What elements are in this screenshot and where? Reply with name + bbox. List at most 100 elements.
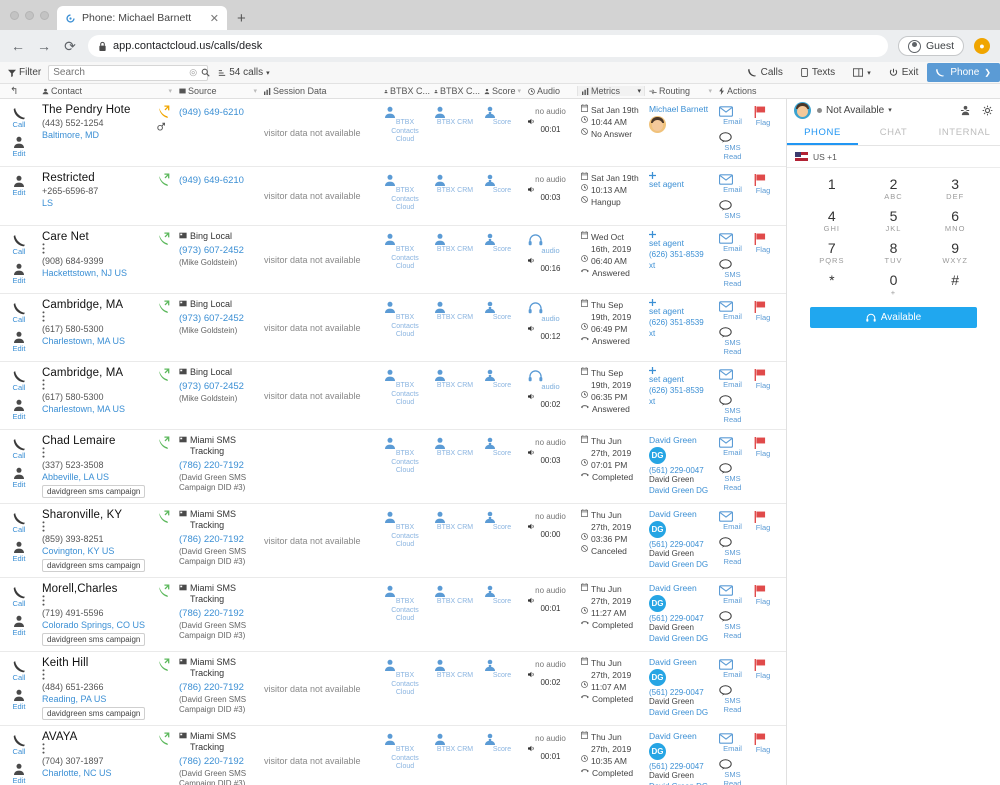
- edit-contact-button[interactable]: Edit: [4, 263, 34, 285]
- contact-location[interactable]: Abbeville, LA US: [42, 472, 149, 482]
- sms-button[interactable]: SMS: [719, 200, 746, 220]
- agent-number[interactable]: (626) 351-8539: [649, 318, 711, 327]
- btbx-contacts-cloud-cell[interactable]: BTBX Contacts Cloud: [380, 294, 430, 361]
- tab-internal[interactable]: INTERNAL: [929, 121, 1000, 145]
- score-cell[interactable]: Score: [480, 99, 524, 166]
- agent-tag[interactable]: David Green DG: [649, 486, 711, 495]
- contact-name[interactable]: The Pendry Hote: [42, 104, 149, 116]
- dial-key-star[interactable]: *: [801, 272, 863, 297]
- search-icon[interactable]: [201, 68, 210, 77]
- contact-name[interactable]: Sharonville, KY: [42, 509, 149, 532]
- contact-location[interactable]: Baltimore, MD: [42, 130, 149, 140]
- call-button[interactable]: Call: [4, 370, 34, 392]
- source-number[interactable]: (973) 607-2452: [179, 245, 256, 256]
- btbx-contacts-cloud-cell[interactable]: BTBX Contacts Cloud: [380, 504, 430, 577]
- back-icon[interactable]: ←: [10, 38, 26, 54]
- source-number[interactable]: (949) 649-6210: [179, 175, 256, 186]
- minimize-window-dot[interactable]: [25, 11, 34, 20]
- audio-cell[interactable]: no audio 00:03: [524, 167, 577, 225]
- agent-tag[interactable]: xt: [649, 397, 711, 406]
- btbx-crm-cell[interactable]: BTBX CRM: [430, 362, 480, 429]
- flag-button[interactable]: Flag: [754, 106, 772, 127]
- source-number[interactable]: (786) 220-7192: [179, 682, 256, 693]
- agent-name[interactable]: David Green: [649, 657, 711, 667]
- source-number[interactable]: (973) 607-2452: [179, 313, 256, 324]
- audio-cell[interactable]: audio 00:16: [524, 226, 577, 293]
- contact-name[interactable]: Cambridge, MA: [42, 367, 149, 390]
- sort-icon[interactable]: ▾: [637, 87, 644, 95]
- kebab-menu-icon[interactable]: [42, 669, 149, 680]
- flag-button[interactable]: Flag: [754, 733, 772, 754]
- table-row[interactable]: CallEditSharonville, KY (859) 393-8251Co…: [0, 504, 786, 578]
- agent-number[interactable]: (561) 229-0047: [649, 614, 711, 623]
- flag-button[interactable]: Flag: [754, 437, 772, 458]
- agent-tag[interactable]: xt: [649, 261, 711, 270]
- email-button[interactable]: Email: [719, 659, 746, 679]
- agent-number[interactable]: (561) 229-0047: [649, 466, 711, 475]
- col-refresh[interactable]: ↰: [0, 86, 38, 97]
- score-cell[interactable]: Score: [480, 652, 524, 725]
- contact-name[interactable]: Care Net: [42, 231, 149, 254]
- table-row[interactable]: CallEditKeith Hill (484) 651-2366Reading…: [0, 652, 786, 726]
- email-button[interactable]: Email: [719, 369, 746, 389]
- col-header-contact[interactable]: Contact ▾: [38, 86, 175, 96]
- routing-cell[interactable]: set agent(626) 351-8539xt: [645, 362, 715, 429]
- email-button[interactable]: Email: [719, 233, 746, 253]
- kebab-menu-icon[interactable]: [42, 743, 149, 754]
- dial-key-6[interactable]: 6MNO: [924, 208, 986, 233]
- email-button[interactable]: Email: [719, 106, 746, 126]
- set-agent-button[interactable]: set agent: [649, 231, 711, 248]
- edit-contact-button[interactable]: Edit: [4, 467, 34, 489]
- window-controls[interactable]: [8, 0, 57, 30]
- btbx-contacts-cloud-cell[interactable]: BTBX Contacts Cloud: [380, 652, 430, 725]
- call-button[interactable]: Call: [4, 302, 34, 324]
- search-input[interactable]: [53, 67, 185, 78]
- campaign-tag[interactable]: davidgreen sms campaign: [42, 707, 145, 720]
- edit-contact-button[interactable]: Edit: [4, 615, 34, 637]
- col-header-source[interactable]: Source ▾: [175, 86, 260, 96]
- btbx-contacts-cloud-cell[interactable]: BTBX Contacts Cloud: [380, 726, 430, 785]
- dial-key-8[interactable]: 8TUV: [863, 240, 925, 265]
- table-row[interactable]: CallEditChad Lemaire (337) 523-3508Abbev…: [0, 430, 786, 504]
- audio-cell[interactable]: no audio 00:03: [524, 430, 577, 503]
- agent-number[interactable]: (561) 229-0047: [649, 540, 711, 549]
- campaign-tag[interactable]: davidgreen sms campaign: [42, 485, 145, 498]
- texts-tab-button[interactable]: Texts: [792, 67, 844, 78]
- address-bar[interactable]: app.contactcloud.us/calls/desk: [88, 35, 888, 57]
- sms-button[interactable]: SMS Read: [719, 327, 746, 356]
- source-number[interactable]: (786) 220-7192: [179, 460, 256, 471]
- agent-tag[interactable]: David Green DG: [649, 560, 711, 569]
- col-header-score[interactable]: Score ▾: [480, 86, 524, 96]
- edit-contact-button[interactable]: Edit: [4, 399, 34, 421]
- email-button[interactable]: Email: [719, 585, 746, 605]
- agent-number[interactable]: (561) 229-0047: [649, 762, 711, 771]
- contact-location[interactable]: Colorado Springs, CO US: [42, 620, 149, 630]
- dial-key-1[interactable]: 1: [801, 176, 863, 201]
- btbx-crm-cell[interactable]: BTBX CRM: [430, 726, 480, 785]
- contact-name[interactable]: AVAYA: [42, 731, 149, 754]
- maximize-window-dot[interactable]: [40, 11, 49, 20]
- col-header-btbx-crm[interactable]: BTBX C...: [430, 86, 480, 96]
- agent-number[interactable]: (626) 351-8539: [649, 386, 711, 395]
- audio-cell[interactable]: no audio 00:01: [524, 99, 577, 166]
- contact-name[interactable]: Chad Lemaire: [42, 435, 149, 458]
- routing-cell[interactable]: set agent: [645, 167, 715, 225]
- source-number[interactable]: (786) 220-7192: [179, 534, 256, 545]
- kebab-menu-icon[interactable]: [42, 521, 149, 532]
- close-window-dot[interactable]: [10, 11, 19, 20]
- contact-name[interactable]: Cambridge, MA: [42, 299, 149, 322]
- contact-location[interactable]: Covington, KY US: [42, 546, 149, 556]
- panel-tab-bar[interactable]: PHONECHATINTERNAL: [787, 121, 1000, 146]
- flag-button[interactable]: Flag: [754, 659, 772, 680]
- col-header-session-data[interactable]: Session Data: [260, 86, 380, 96]
- search-box[interactable]: ◎: [48, 65, 208, 81]
- agent-name[interactable]: David Green: [649, 731, 711, 741]
- guest-profile-button[interactable]: Guest: [898, 36, 964, 56]
- btbx-crm-cell[interactable]: BTBX CRM: [430, 167, 480, 225]
- call-button[interactable]: Call: [4, 660, 34, 682]
- dial-key-3[interactable]: 3DEF: [924, 176, 986, 201]
- set-agent-button[interactable]: set agent: [649, 299, 711, 316]
- profile-orb-icon[interactable]: ●: [974, 38, 990, 54]
- btbx-crm-cell[interactable]: BTBX CRM: [430, 430, 480, 503]
- agent-number[interactable]: (561) 229-0047: [649, 688, 711, 697]
